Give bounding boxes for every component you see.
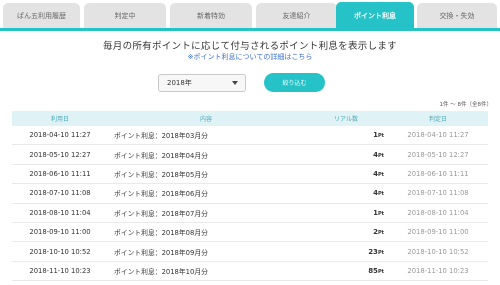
- table-row: 2018-04-10 11:27 ポイント利息：2018年03月分 1Pt 20…: [12, 126, 488, 146]
- row-content: ポイント利息：2018年09月分: [114, 248, 208, 257]
- row-amount: 23Pt: [368, 247, 384, 256]
- row-date: 2018-09-10 11:00: [29, 228, 91, 237]
- table-row: 2018-07-10 11:08 ポイント利息：2018年06月分 4Pt 20…: [12, 184, 488, 204]
- tab-bar: ぱん五利用履歴 判定中 新着特効 友達紹介 ポイント利息 交換・失効: [0, 0, 500, 31]
- interest-details-link[interactable]: ※ポイント利息についての詳細はこちら: [0, 52, 500, 62]
- row-judge-date: 2018-11-10 10:23: [407, 266, 469, 275]
- row-date: 2018-11-10 10:23: [29, 266, 91, 275]
- table-header: 利用日 内容 リアル数 判定日: [12, 111, 488, 126]
- row-date: 2018-08-10 11:04: [29, 208, 91, 217]
- row-date: 2018-04-10 11:27: [29, 131, 91, 140]
- row-content: ポイント利息：2018年10月分: [114, 267, 208, 276]
- chevron-down-icon: [232, 81, 238, 85]
- row-amount: 1Pt: [373, 208, 384, 217]
- table-row: 2018-05-10 12:27 ポイント利息：2018年04月分 4Pt 20…: [12, 145, 488, 165]
- tab-friend-referral[interactable]: 友達紹介: [256, 3, 337, 29]
- tab-usage-history[interactable]: ぱん五利用履歴: [3, 3, 80, 29]
- row-content: ポイント利息：2018年07月分: [114, 209, 208, 218]
- row-judge-date: 2018-10-10 10:52: [407, 247, 469, 256]
- table-row: 2018-10-10 10:52 ポイント利息：2018年09月分 23Pt 2…: [12, 242, 488, 262]
- table-row: 2018-09-10 11:00 ポイント利息：2018年08月分 2Pt 20…: [12, 223, 488, 243]
- row-judge-date: 2018-04-10 11:27: [407, 131, 469, 140]
- row-judge-date: 2018-08-10 11:04: [407, 208, 469, 217]
- row-content: ポイント利息：2018年08月分: [114, 229, 208, 238]
- row-date: 2018-07-10 11:08: [29, 189, 91, 198]
- row-judge-date: 2018-06-10 11:11: [407, 169, 469, 178]
- page-heading: 毎月の所有ポイントに応じて付与されるポイント利息を表示します: [102, 41, 397, 52]
- tab-judging[interactable]: 判定中: [84, 3, 166, 29]
- row-amount: 85Pt: [368, 266, 384, 275]
- row-date: 2018-10-10 10:52: [29, 247, 91, 256]
- row-amount: 4Pt: [373, 169, 384, 178]
- row-amount: 2Pt: [373, 228, 384, 237]
- tab-underline: [0, 28, 500, 31]
- col-header-content: 内容: [199, 116, 212, 123]
- row-date: 2018-06-10 11:11: [29, 169, 91, 178]
- row-judge-date: 2018-07-10 11:08: [407, 189, 469, 198]
- tab-new-offers[interactable]: 新着特効: [170, 3, 252, 29]
- row-judge-date: 2018-09-10 11:00: [407, 228, 469, 237]
- interest-table: 利用日 内容 リアル数 判定日 2018-04-10 11:27 ポイント利息：…: [12, 111, 488, 282]
- tab-point-interest[interactable]: ポイント利息: [336, 2, 414, 29]
- year-select[interactable]: 2018年: [158, 74, 246, 92]
- col-header-date: 利用日: [50, 116, 69, 123]
- year-select-value: 2018年: [167, 79, 192, 87]
- row-content: ポイント利息：2018年03月分: [114, 132, 208, 141]
- row-amount: 4Pt: [373, 189, 384, 198]
- col-header-judge: 判定日: [428, 116, 447, 123]
- col-header-real: リアル数: [334, 116, 358, 123]
- row-content: ポイント利息：2018年05月分: [114, 170, 208, 179]
- result-count: 1件 〜 8件（全8件）: [439, 102, 493, 108]
- filter-button[interactable]: 絞り込む: [264, 73, 325, 92]
- row-amount: 4Pt: [373, 150, 384, 159]
- row-amount: 1Pt: [373, 131, 384, 140]
- row-date: 2018-05-10 12:27: [29, 150, 91, 159]
- table-row: 2018-11-10 10:23 ポイント利息：2018年10月分 85Pt 2…: [12, 262, 488, 282]
- row-content: ポイント利息：2018年06月分: [114, 190, 208, 199]
- row-content: ポイント利息：2018年04月分: [114, 151, 208, 160]
- row-judge-date: 2018-05-10 12:27: [407, 150, 469, 159]
- tab-exchange-expire[interactable]: 交換・失効: [417, 3, 497, 29]
- table-row: 2018-08-10 11:04 ポイント利息：2018年07月分 1Pt 20…: [12, 204, 488, 223]
- table-row: 2018-06-10 11:11 ポイント利息：2018年05月分 4Pt 20…: [12, 165, 488, 185]
